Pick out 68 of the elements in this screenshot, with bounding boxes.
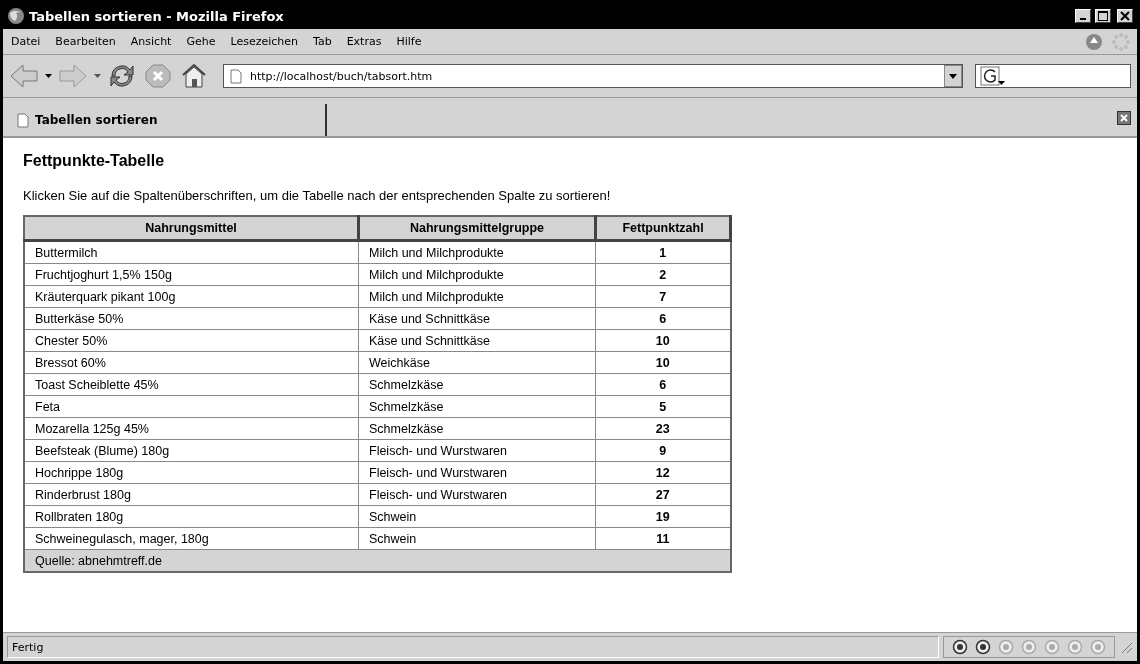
dropdown-icon[interactable]	[45, 74, 52, 78]
dropdown-button[interactable]	[944, 65, 962, 87]
stop-button[interactable]	[143, 62, 173, 90]
table-cell: Schweinegulasch, mager, 180g	[24, 527, 359, 550]
caret-icon	[949, 73, 957, 79]
table-cell: Käse und Schnittkäse	[358, 329, 596, 352]
table-cell: Rollbraten 180g	[24, 505, 359, 528]
table-cell: Mozarella 125g 45%	[24, 417, 359, 440]
search-engine-icon[interactable]	[980, 66, 1006, 86]
throbber-icon	[1111, 31, 1131, 52]
table-cell: Milch und Milchprodukte	[358, 263, 596, 286]
menu-item[interactable]: Hilfe	[394, 33, 429, 50]
table-cell: Toast Scheiblette 45%	[24, 373, 359, 396]
table-cell: Hochrippe 180g	[24, 461, 359, 484]
table-cell: Bressot 60%	[24, 351, 359, 374]
table-cell: Fleisch- und Wurstwaren	[358, 483, 596, 506]
minimize-button[interactable]	[1075, 9, 1091, 23]
browser-tab[interactable]: Tabellen sortieren	[7, 104, 327, 136]
menu-item[interactable]: Gehe	[184, 33, 223, 50]
column-header[interactable]: Nahrungsmittel	[24, 216, 359, 241]
page-icon	[17, 112, 29, 128]
close-tab-icon[interactable]	[1117, 111, 1131, 125]
table-cell: Fleisch- und Wurstwaren	[358, 461, 596, 484]
reload-button[interactable]	[107, 62, 137, 90]
menu-item[interactable]: Bearbeiten	[53, 33, 123, 50]
close-button[interactable]	[1117, 9, 1133, 23]
intro-text: Klicken Sie auf die Spaltenüberschriften, um die Tabelle nach der entsprechenden Spalte zu sortieren!	[23, 188, 612, 203]
search-field[interactable]	[975, 64, 1131, 88]
menu-item[interactable]: Lesezeichen	[228, 33, 305, 50]
table-cell: Fruchtjoghurt 1,5% 150g	[24, 263, 359, 286]
maximize-icon	[1098, 11, 1108, 21]
column-header[interactable]: Fettpunktzahl	[595, 216, 731, 241]
menu-item[interactable]: Tab	[311, 33, 339, 50]
table-cell: Milch und Milchprodukte	[358, 285, 596, 308]
maximize-button[interactable]	[1095, 9, 1111, 23]
menu-item[interactable]: Ansicht	[128, 33, 179, 50]
page-icon	[230, 68, 242, 84]
table-cell: Chester 50%	[24, 329, 359, 352]
status-text: Fertig	[7, 636, 939, 658]
firefox-logo-icon	[7, 7, 25, 25]
table-cell: Feta	[24, 395, 359, 418]
table-cell: Butterkäse 50%	[24, 307, 359, 330]
minimize-icon	[1080, 18, 1086, 20]
table-cell: Weichkäse	[358, 351, 596, 374]
table-cell: Schmelzkäse	[358, 417, 596, 440]
table-cell: Buttermilch	[24, 240, 359, 264]
page-heading: Fettpunkte-Tabelle	[23, 152, 166, 170]
table-footer: Quelle: abnehmtreff.de	[24, 549, 731, 572]
table-cell: Rinderbrust 180g	[24, 483, 359, 506]
resize-grip-icon[interactable]	[1119, 640, 1133, 654]
table-cell: Kräuterquark pikant 100g	[24, 285, 359, 308]
window-title: Tabellen sortieren - Mozilla Firefox	[29, 8, 285, 24]
table-cell: Milch und Milchprodukte	[358, 240, 596, 264]
table-cell: Schwein	[358, 527, 596, 550]
menu-item[interactable]: Datei	[9, 33, 48, 50]
table-cell: Beefsteak (Blume) 180g	[24, 439, 359, 462]
status-button-icon[interactable]	[952, 639, 968, 655]
update-icon[interactable]	[1085, 32, 1103, 51]
status-button-icon[interactable]	[975, 639, 991, 655]
table-cell: Schmelzkäse	[358, 373, 596, 396]
close-icon	[1120, 11, 1130, 21]
table-cell: Schmelzkäse	[358, 395, 596, 418]
menu-item[interactable]: Extras	[344, 33, 389, 50]
column-header[interactable]: Nahrungsmittelgruppe	[358, 216, 596, 241]
table-cell: Schwein	[358, 505, 596, 528]
table-cell: Fleisch- und Wurstwaren	[358, 439, 596, 462]
address-field[interactable]: http://localhost/buch/tabsort.htm	[223, 64, 963, 88]
table-cell: Käse und Schnittkäse	[358, 307, 596, 330]
